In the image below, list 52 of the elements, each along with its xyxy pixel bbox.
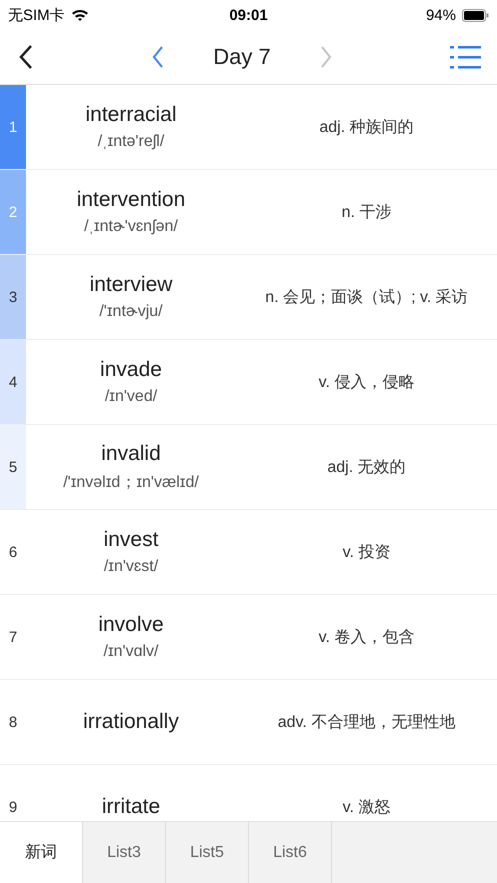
- row-number: 7: [8, 628, 18, 648]
- phonetic-text: /ɪn'ved/: [104, 388, 158, 406]
- meaning-text: n. 会见；面谈（试）; v. 采访: [264, 288, 469, 308]
- word-row[interactable]: 7 involve /ɪn'vɑlv/ v. 卷入，包含: [0, 595, 497, 680]
- battery-icon: [462, 8, 489, 22]
- row-number: 3: [0, 255, 26, 339]
- meaning-text: v. 侵入，侵略: [318, 372, 416, 392]
- row-number: 5: [0, 425, 26, 509]
- back-button[interactable]: [18, 44, 34, 70]
- wifi-icon: [70, 8, 89, 22]
- meaning-text: adj. 种族间的: [318, 118, 415, 138]
- row-number: 4: [0, 340, 26, 424]
- list-tab[interactable]: 新词: [0, 822, 83, 883]
- row-number: 8: [8, 712, 18, 732]
- word-row[interactable]: 3 interview /'ɪntɚvju/ n. 会见；面谈（试）; v. 采访: [0, 255, 497, 340]
- meaning-text: n. 干涉: [340, 202, 392, 222]
- row-number: 6: [8, 542, 18, 562]
- word-text: invalid: [101, 442, 161, 466]
- row-number: 1: [0, 85, 26, 169]
- phonetic-text: /'ɪntɚvju/: [99, 303, 163, 321]
- word-text: invade: [100, 358, 162, 382]
- phonetic-text: /ɪn'vɑlv/: [104, 643, 158, 661]
- word-text: irrationally: [83, 710, 179, 734]
- battery-text: 94%: [426, 6, 456, 24]
- word-row[interactable]: 4 invade /ɪn'ved/ v. 侵入，侵略: [0, 340, 497, 425]
- word-text: intervention: [76, 188, 186, 212]
- word-text: interview: [90, 273, 172, 297]
- word-row[interactable]: 5 invalid /'ɪnvəlɪd；ɪn'vælɪd/ adj. 无效的: [0, 425, 497, 510]
- meaning-text: v. 投资: [342, 542, 392, 562]
- phonetic-text: /ˌɪntə'reʃl/: [98, 133, 164, 151]
- meaning-text: adv. 不合理地，无理性地: [276, 712, 456, 732]
- row-number: 2: [0, 170, 26, 254]
- word-text: invest: [104, 528, 158, 552]
- word-text: irritate: [102, 795, 160, 819]
- phonetic-text: /ˌɪntɚ'vɛnʃən/: [84, 218, 178, 236]
- word-row[interactable]: 6 invest /ɪn'vɛst/ v. 投资: [0, 510, 497, 595]
- word-row[interactable]: 8 irrationally adv. 不合理地，无理性地: [0, 680, 497, 765]
- word-row[interactable]: 2 intervention /ˌɪntɚ'vɛnʃən/ n. 干涉: [0, 170, 497, 255]
- word-text: interracial: [85, 103, 177, 127]
- phonetic-text: /'ɪnvəlɪd；ɪn'vælɪd/: [63, 472, 199, 492]
- meaning-text: v. 激怒: [342, 798, 392, 818]
- row-number: 9: [8, 798, 18, 818]
- clock-text: 09:01: [229, 6, 268, 24]
- carrier-text: 无SIM卡: [8, 6, 65, 24]
- phonetic-text: /ɪn'vɛst/: [104, 558, 158, 576]
- word-row[interactable]: 1 interracial /ˌɪntə'reʃl/ adj. 种族间的: [0, 85, 497, 170]
- meaning-text: v. 卷入，包含: [318, 628, 416, 648]
- page-title: Day 7: [213, 44, 271, 70]
- menu-button[interactable]: [450, 44, 481, 70]
- meaning-text: adj. 无效的: [326, 458, 407, 478]
- previous-button[interactable]: [151, 45, 166, 69]
- word-text: involve: [98, 613, 164, 637]
